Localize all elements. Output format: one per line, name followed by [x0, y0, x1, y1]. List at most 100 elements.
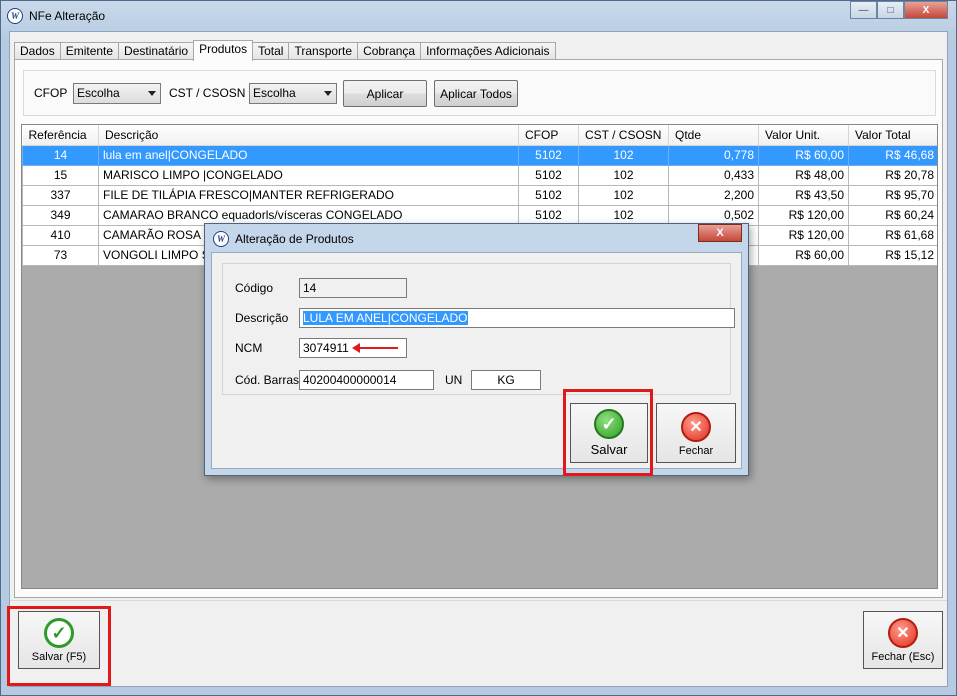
red-arrow-annotation	[352, 343, 398, 353]
cfop-select-value: Escolha	[77, 86, 120, 100]
column-header-cfop[interactable]: CFOP	[518, 125, 579, 146]
ncm-label: NCM	[235, 341, 263, 355]
tab-transporte[interactable]: Transporte	[288, 42, 359, 60]
app-logo-icon: W	[213, 231, 229, 247]
cell-referencia: 14	[22, 144, 99, 166]
cell-cfop: 5102	[518, 164, 579, 186]
cell-valor-total: R$ 95,70	[848, 184, 937, 206]
dropdown-arrow-icon	[324, 91, 332, 96]
table-row[interactable]: 14 lula em anel|CONGELADO 5102 102 0,778…	[22, 144, 937, 166]
app-logo-icon: W	[7, 8, 23, 24]
cell-descricao: FILE DE TILÁPIA FRESCO|MANTER REFRIGERAD…	[98, 184, 519, 206]
cfop-label: CFOP	[34, 86, 68, 100]
cell-valor-total: R$ 20,78	[848, 164, 937, 186]
cell-valor-total: R$ 15,12	[848, 244, 937, 266]
cell-valor-total: R$ 46,68	[848, 144, 937, 166]
dialog-save-label: Salvar	[590, 442, 628, 457]
dialog-title: Alteração de Produtos	[235, 232, 354, 246]
dialog-close-label: Fechar	[678, 445, 714, 457]
cell-referencia: 73	[22, 244, 99, 266]
tab-total[interactable]: Total	[252, 42, 290, 60]
apply-button[interactable]: Aplicar	[343, 80, 427, 107]
maximize-button[interactable]: □	[877, 1, 904, 19]
cell-descricao: lula em anel|CONGELADO	[98, 144, 519, 166]
checkmark-icon: ✓	[44, 618, 74, 648]
x-circle-icon: ✕	[681, 412, 711, 442]
cell-cst: 102	[578, 144, 669, 166]
cell-valor-unit: R$ 120,00	[758, 224, 849, 246]
cell-valor-unit: R$ 60,00	[758, 244, 849, 266]
cst-select-value: Escolha	[253, 86, 296, 100]
dialog-close-button[interactable]: X	[698, 224, 742, 242]
tab-emitente[interactable]: Emitente	[59, 42, 120, 60]
cst-label: CST / CSOSN	[169, 86, 246, 100]
descricao-label: Descrição	[235, 311, 289, 325]
bottom-toolbar: ✓ Salvar (F5) ✕ Fechar (Esc)	[10, 600, 947, 686]
table-row[interactable]: 15 MARISCO LIMPO |CONGELADO 5102 102 0,4…	[22, 164, 937, 186]
dialog-client: Código 14 Descrição LULA EM ANEL|CONGELA…	[211, 252, 742, 469]
close-button-label: Fechar (Esc)	[871, 651, 935, 663]
cell-cst: 102	[578, 164, 669, 186]
column-header-referencia[interactable]: Referência	[22, 125, 99, 146]
apply-all-button[interactable]: Aplicar Todos	[434, 80, 518, 107]
cell-descricao: MARISCO LIMPO |CONGELADO	[98, 164, 519, 186]
cell-referencia: 15	[22, 164, 99, 186]
window-controls: — □ X	[850, 1, 948, 19]
dialog-close-button-large[interactable]: ✕ Fechar	[656, 403, 736, 463]
cst-select[interactable]: Escolha	[249, 83, 337, 104]
edit-product-dialog: W Alteração de Produtos X Código 14 Desc…	[204, 223, 749, 476]
cell-valor-unit: R$ 43,50	[758, 184, 849, 206]
cell-cfop: 5102	[518, 204, 579, 226]
checkmark-icon: ✓	[594, 409, 624, 439]
cell-valor-unit: R$ 120,00	[758, 204, 849, 226]
codigo-field[interactable]: 14	[299, 278, 407, 298]
cell-valor-total: R$ 60,24	[848, 204, 937, 226]
cell-cst: 102	[578, 184, 669, 206]
minimize-button[interactable]: —	[850, 1, 877, 19]
cfop-select[interactable]: Escolha	[73, 83, 161, 104]
column-header-cst[interactable]: CST / CSOSN	[578, 125, 669, 146]
cell-referencia: 410	[22, 224, 99, 246]
close-button[interactable]: ✕ Fechar (Esc)	[863, 611, 943, 669]
un-label: UN	[445, 373, 463, 387]
dialog-save-button[interactable]: ✓ Salvar	[570, 403, 648, 463]
tab-produtos[interactable]: Produtos	[193, 40, 254, 61]
cell-qtde: 0,778	[668, 144, 759, 166]
window-title: NFe Alteração	[29, 9, 106, 23]
cell-valor-unit: R$ 60,00	[758, 144, 849, 166]
column-header-descricao[interactable]: Descrição	[98, 125, 519, 146]
tab-cobranca[interactable]: Cobrança	[357, 42, 422, 60]
cell-valor-unit: R$ 48,00	[758, 164, 849, 186]
tab-strip: Dados Emitente Destinatário Produtos Tot…	[14, 40, 556, 61]
column-header-valor-total[interactable]: Valor Total	[848, 125, 937, 146]
close-window-button[interactable]: X	[904, 1, 948, 19]
tab-destinatario[interactable]: Destinatário	[118, 42, 195, 60]
save-button[interactable]: ✓ Salvar (F5)	[18, 611, 100, 669]
cod-barras-field[interactable]: 40200400000014	[299, 370, 434, 390]
save-button-label: Salvar (F5)	[31, 651, 87, 663]
codigo-label: Código	[235, 281, 274, 295]
cell-referencia: 349	[22, 204, 99, 226]
descricao-field[interactable]: LULA EM ANEL|CONGELADO	[299, 308, 735, 328]
cell-cfop: 5102	[518, 184, 579, 206]
dropdown-arrow-icon	[148, 91, 156, 96]
tab-informacoes-adicionais[interactable]: Informações Adicionais	[420, 42, 556, 60]
cell-qtde: 0,433	[668, 164, 759, 186]
cell-qtde: 0,502	[668, 204, 759, 226]
tab-dados[interactable]: Dados	[14, 42, 61, 60]
cell-cfop: 5102	[518, 144, 579, 166]
cell-valor-total: R$ 61,68	[848, 224, 937, 246]
title-bar: W NFe Alteração — □ X	[1, 1, 956, 31]
cod-barras-label: Cód. Barras	[235, 373, 300, 387]
table-row[interactable]: 337 FILE DE TILÁPIA FRESCO|MANTER REFRIG…	[22, 184, 937, 206]
product-fields-group: Código 14 Descrição LULA EM ANEL|CONGELA…	[222, 263, 735, 395]
cell-descricao: CAMARAO BRANCO equadorls/vísceras CONGEL…	[98, 204, 519, 226]
x-circle-icon: ✕	[888, 618, 918, 648]
cell-cst: 102	[578, 204, 669, 226]
column-header-valor-unit[interactable]: Valor Unit.	[758, 125, 849, 146]
cell-referencia: 337	[22, 184, 99, 206]
grid-header-row: Referência Descrição CFOP CST / CSOSN Qt…	[22, 125, 937, 146]
table-row[interactable]: 349 CAMARAO BRANCO equadorls/vísceras CO…	[22, 204, 937, 226]
un-field[interactable]: KG	[471, 370, 541, 390]
column-header-qtde[interactable]: Qtde	[668, 125, 759, 146]
